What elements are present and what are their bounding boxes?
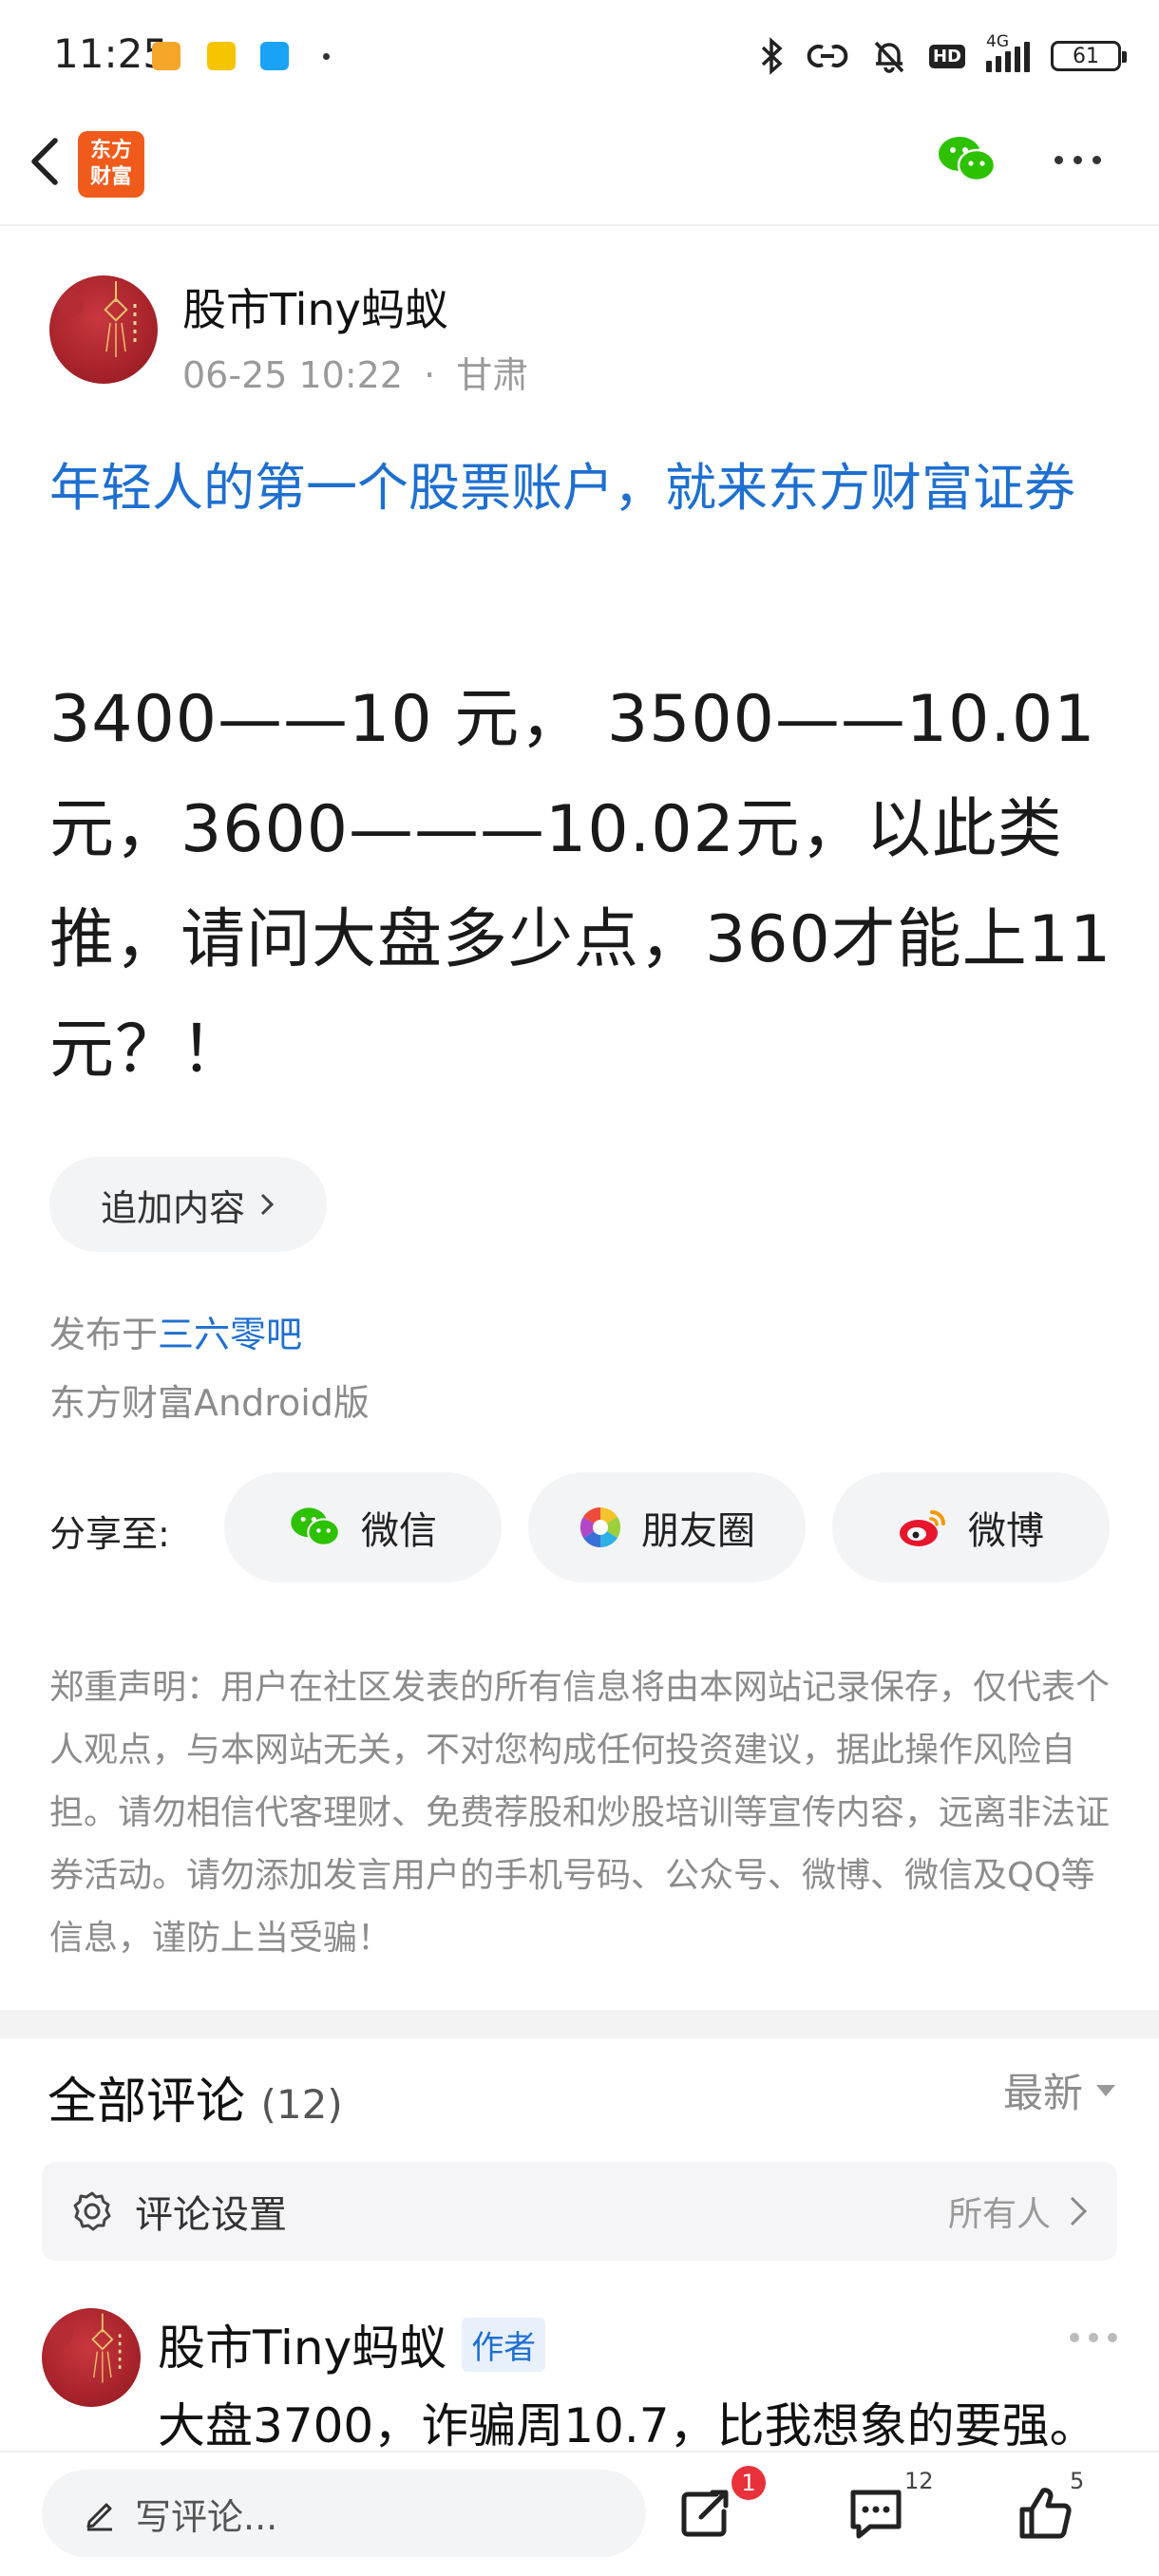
share-wechat-label: 微信 (361, 1509, 437, 1553)
sort-label: 最新 (1002, 2070, 1083, 2116)
published-bar-link[interactable]: 三六零吧 (158, 1314, 302, 1355)
share-out-icon (681, 2490, 729, 2537)
share-weibo-button[interactable]: 微博 (832, 1472, 1110, 1582)
comment-settings-row[interactable]: 评论设置 所有人 (42, 2162, 1117, 2261)
more-dot-icon (1054, 156, 1063, 164)
comment-settings-label: 评论设置 (135, 2193, 287, 2237)
comments-count: (12) (260, 2081, 343, 2128)
battery-level: 61 (1073, 44, 1099, 68)
section-divider (0, 2010, 1159, 2038)
more-options-button[interactable] (1054, 156, 1101, 164)
more-dot-icon (1089, 2333, 1098, 2342)
caret-down-icon (1096, 2084, 1115, 2096)
comment-sort-dropdown[interactable]: 最新 (1003, 2061, 1115, 2119)
published-in: 发布于三六零吧 (49, 1305, 302, 1357)
post-datetime: 06-25 10:22 (182, 354, 404, 396)
post-location: 甘肃 (456, 354, 529, 396)
battery-icon: 61 (1051, 41, 1127, 71)
comment-more-button[interactable] (1070, 2333, 1117, 2342)
share-notification-badge: 1 (732, 2466, 766, 2500)
comment-author-name[interactable]: 股市Tiny蚂蚁 (158, 2310, 446, 2378)
bluetooth-icon (761, 37, 783, 75)
wechat-icon (939, 137, 997, 182)
client-version: 东方财富Android版 (49, 1382, 370, 1424)
logo-text-top: 东方 (89, 139, 132, 162)
more-dot-icon (1074, 156, 1082, 164)
comment-input-placeholder: 写评论... (135, 2495, 278, 2538)
avatar-ornament-icon (57, 281, 137, 357)
moments-aperture-icon (580, 1506, 621, 1548)
comment-bubble-icon (850, 2490, 902, 2539)
status-indicators: HD 4G 61 (760, 32, 1127, 78)
notification-app-icon-3 (260, 42, 289, 70)
network-type-label: 4G (986, 32, 1009, 51)
pencil-icon (86, 2503, 112, 2531)
comments-button[interactable] (838, 2475, 914, 2551)
author-name[interactable]: 股市Tiny蚂蚁 (182, 275, 448, 338)
post-body: 3400——10 元， 3500——10.01元，3600———10.02元，以… (49, 682, 1112, 1088)
published-in-prefix: 发布于 (49, 1314, 159, 1355)
mute-bell-icon (874, 41, 904, 73)
avatar-ornament-icon (48, 2313, 122, 2383)
comments-heading: 全部评论 (12) (48, 2061, 343, 2132)
logo-text-bottom: 财富 (89, 165, 132, 189)
write-comment-input[interactable]: 写评论... (42, 2470, 646, 2557)
status-time: 11:25 (53, 30, 169, 77)
share-wechat-button[interactable]: 微信 (224, 1472, 502, 1582)
more-dot-icon (1070, 2333, 1079, 2342)
wechat-icon (291, 1507, 340, 1546)
more-dot-icon (1108, 2333, 1117, 2342)
gear-icon (73, 2191, 111, 2231)
author-badge: 作者 (462, 2317, 546, 2372)
notification-app-icon-1 (152, 42, 180, 70)
cellular-signal-icon: 4G (986, 32, 1030, 72)
add-content-button[interactable]: 追加内容 (49, 1157, 327, 1252)
comment-text: 大盘3700，诈骗周10.7，比我想象的要强。 (158, 2398, 1097, 2453)
comment-author-avatar[interactable] (42, 2308, 141, 2407)
comment-settings-value: 所有人 (947, 2195, 1051, 2234)
comments-count-small: 12 (904, 2468, 934, 2494)
chevron-right-icon (260, 1193, 275, 1216)
notification-dot-icon (323, 53, 330, 60)
wechat-share-button[interactable] (937, 133, 998, 186)
comments-title-label: 全部评论 (48, 2074, 246, 2131)
share-label: 分享至: (49, 1513, 170, 1555)
add-content-label: 追加内容 (100, 1186, 245, 1229)
meta-separator: · (424, 354, 436, 396)
hd-icon: HD (928, 44, 965, 68)
chevron-right-icon (1070, 2196, 1088, 2226)
back-button[interactable] (19, 133, 76, 190)
more-dot-icon (1092, 156, 1101, 164)
likes-count: 5 (1070, 2468, 1085, 2494)
hotspot-link-icon (807, 45, 848, 67)
thumbs-up-icon (1019, 2488, 1072, 2539)
post-meta: 06-25 10:22 · 甘肃 (182, 346, 528, 398)
post-title-link[interactable]: 年轻人的第一个股票账户，就来东方财富证券 (49, 446, 1113, 530)
chevron-left-icon (31, 138, 58, 185)
share-weibo-label: 微博 (968, 1509, 1044, 1553)
disclaimer-text: 郑重声明：用户在社区发表的所有信息将由本网站记录保存，仅代表个人观点，与本网站无… (49, 1668, 1111, 1958)
header-divider (0, 224, 1159, 226)
share-moments-label: 朋友圈 (641, 1509, 755, 1553)
share-moments-button[interactable]: 朋友圈 (528, 1472, 806, 1582)
weibo-icon (900, 1510, 945, 1546)
notification-app-icon-2 (207, 42, 236, 70)
author-avatar[interactable] (49, 275, 158, 384)
comment-author: 股市Tiny蚂蚁 作者 (158, 2310, 546, 2378)
app-logo: 东方 财富 (78, 131, 144, 198)
